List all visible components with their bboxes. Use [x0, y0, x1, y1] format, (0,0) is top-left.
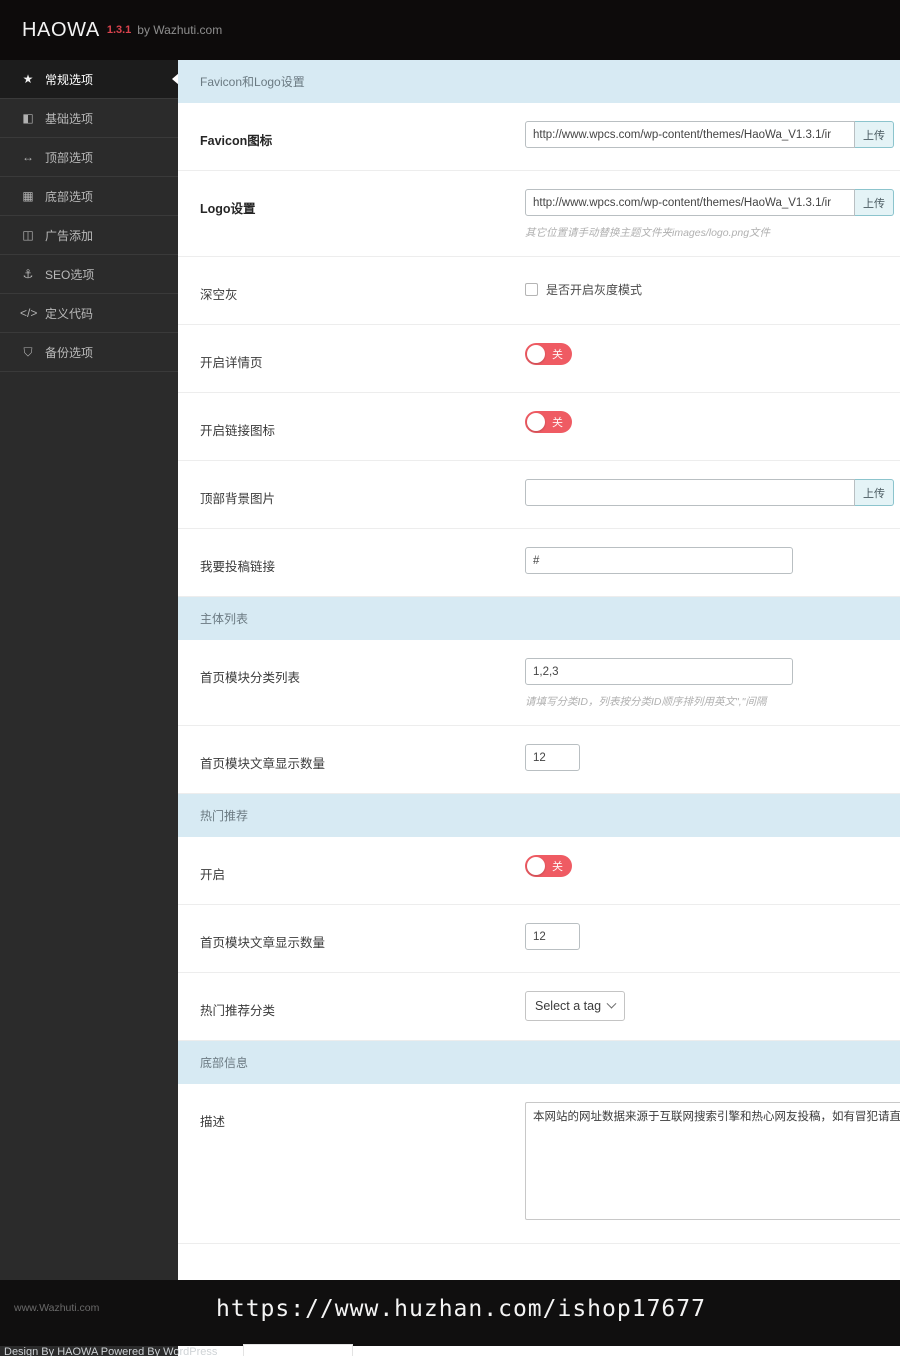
logo-upload-button[interactable]: 上传	[855, 189, 894, 216]
row-post-count-hot: 首页模块文章显示数量	[178, 905, 900, 973]
submit-link-label: 我要投稿链接	[200, 560, 276, 574]
row-description: 描述 本网站的网址数据来源于互联网搜索引擎和热心网友投稿，如有冒犯请直接联	[178, 1084, 900, 1244]
hot-category-select[interactable]: Select a tag	[525, 991, 626, 1021]
toggle-state-label: 关	[552, 861, 563, 873]
description-textarea[interactable]: 本网站的网址数据来源于互联网搜索引擎和热心网友投稿，如有冒犯请直接联	[525, 1102, 900, 1220]
sidebar-item-ads[interactable]: ◫ 广告添加	[0, 216, 178, 255]
logo-label: Logo设置	[200, 202, 256, 216]
section-title: 主体列表	[200, 612, 249, 626]
row-logo: Logo设置 上传 其它位置请手动替换主题文件夹images/logo.png文…	[178, 171, 900, 257]
sidebar-item-label: 定义代码	[45, 306, 94, 321]
row-category-list: 首页模块分类列表 请填写分类ID，列表按分类ID顺序排列用英文","间隔	[178, 640, 900, 726]
detail-page-label: 开启详情页	[200, 356, 263, 370]
toggle-knob	[527, 345, 545, 363]
sidebar-item-footer[interactable]: ▦ 底部选项	[0, 177, 178, 216]
bookmark-icon: ◫	[22, 228, 34, 242]
sidebar-item-label: 广告添加	[45, 228, 94, 243]
row-post-count-main: 首页模块文章显示数量	[178, 726, 900, 794]
watermark-text: https://www.huzhan.com/ishop17677	[216, 1296, 706, 1322]
sidebar-item-label: SEO选项	[45, 267, 95, 282]
sidebar-item-header[interactable]: ↔ 顶部选项	[0, 138, 178, 177]
footer-bar: www.Wazhuti.com https://www.huzhan.com/i…	[0, 1280, 900, 1346]
footer-site-link[interactable]: www.Wazhuti.com	[14, 1302, 99, 1314]
grayscale-label: 深空灰	[200, 288, 238, 302]
section-header-main-list: 主体列表	[178, 597, 900, 640]
toggle-knob	[527, 857, 545, 875]
grayscale-checkbox-label: 是否开启灰度模式	[546, 283, 643, 297]
chevron-down-icon	[606, 998, 617, 1009]
toggle-state-label: 关	[552, 349, 563, 361]
row-grayscale: 深空灰 是否开启灰度模式	[178, 257, 900, 325]
hot-category-label: 热门推荐分类	[200, 1004, 276, 1018]
hot-enable-toggle[interactable]: 关	[525, 855, 572, 877]
arrows-h-icon: ↔	[22, 150, 34, 164]
calendar-icon: ▦	[22, 189, 34, 203]
sidebar-filler	[0, 372, 178, 1356]
hot-category-selected-value: Select a tag	[535, 999, 602, 1013]
row-submit-link: 我要投稿链接	[178, 529, 900, 597]
row-hot-enable: 开启 关	[178, 837, 900, 905]
row-link-icon: 开启链接图标 关	[178, 393, 900, 461]
anchor-icon: ⚓	[22, 267, 34, 281]
shield-icon: ⛉	[23, 345, 33, 359]
brand-name: HAOWA	[22, 18, 100, 41]
link-icon-toggle[interactable]: 关	[525, 411, 572, 433]
toggle-state-label: 关	[552, 417, 563, 429]
top-bar: HAOWA 1.3.1 by Wazhuti.com	[0, 0, 900, 60]
section-title: 底部信息	[200, 1056, 249, 1070]
brand-byline: by Wazhuti.com	[137, 23, 223, 37]
category-list-label: 首页模块分类列表	[200, 671, 301, 685]
hot-enable-label: 开启	[200, 868, 226, 882]
post-count-input[interactable]	[525, 744, 580, 771]
link-icon-label: 开启链接图标	[200, 424, 276, 438]
sidebar-item-label: 备份选项	[45, 345, 94, 360]
sidebar-item-custom-code[interactable]: </> 定义代码	[0, 294, 178, 333]
logo-hint: 其它位置请手动替换主题文件夹images/logo.png文件	[525, 227, 771, 239]
sidebar-item-label: 底部选项	[45, 189, 94, 204]
row-hot-category: 热门推荐分类 Select a tag	[178, 973, 900, 1041]
logo-input[interactable]	[525, 189, 855, 216]
favicon-label: Favicon图标	[200, 134, 273, 148]
favicon-upload-button[interactable]: 上传	[855, 121, 894, 148]
favicon-input[interactable]	[525, 121, 855, 148]
top-background-label: 顶部背景图片	[200, 492, 276, 506]
post-count-label: 首页模块文章显示数量	[200, 757, 326, 771]
detail-page-toggle[interactable]: 关	[525, 343, 572, 365]
toggle-knob	[527, 413, 545, 431]
admin-page: HAOWA 1.3.1 by Wazhuti.com ★ 常规选项 ◧ 基础选项…	[0, 0, 900, 1356]
row-top-background: 顶部背景图片 上传	[178, 461, 900, 529]
post-count-label: 首页模块文章显示数量	[200, 936, 326, 950]
submit-link-input[interactable]	[525, 547, 793, 574]
section-title: Favicon和Logo设置	[200, 75, 305, 89]
cube-icon: ◧	[22, 111, 34, 125]
settings-panel: Favicon和Logo设置 Favicon图标 上传 Logo设置 上传 其它…	[178, 60, 900, 1280]
hot-post-count-input[interactable]	[525, 923, 580, 950]
section-header-hot-recommend: 热门推荐	[178, 794, 900, 837]
sidebar-item-label: 常规选项	[45, 72, 94, 87]
brand-version: 1.3.1	[106, 24, 132, 36]
top-background-upload-button[interactable]: 上传	[855, 479, 894, 506]
sidebar-item-label: 基础选项	[45, 111, 94, 126]
top-background-input[interactable]	[525, 479, 855, 506]
sidebar-item-seo[interactable]: ⚓ SEO选项	[0, 255, 178, 294]
sidebar: ★ 常规选项 ◧ 基础选项 ↔ 顶部选项 ▦ 底部选项 ◫ 广告添加 ⚓ SEO…	[0, 60, 179, 1356]
page-credit: Design By HAOWA Powered By WordPress	[4, 1346, 218, 1356]
section-title: 热门推荐	[200, 809, 249, 823]
sidebar-item-label: 顶部选项	[45, 150, 94, 165]
section-header-favicon-logo: Favicon和Logo设置	[178, 60, 900, 103]
category-list-input[interactable]	[525, 658, 793, 685]
star-icon: ★	[22, 72, 34, 86]
row-favicon: Favicon图标 上传	[178, 103, 900, 171]
sidebar-item-backup[interactable]: ⛉ 备份选项	[0, 333, 178, 372]
code-icon: </>	[20, 306, 38, 320]
grayscale-checkbox[interactable]	[525, 283, 538, 296]
category-list-hint: 请填写分类ID，列表按分类ID顺序排列用英文","间隔	[525, 696, 767, 708]
description-label: 描述	[200, 1115, 226, 1129]
sidebar-item-general[interactable]: ★ 常规选项	[0, 60, 179, 99]
section-header-footer-info: 底部信息	[178, 1041, 900, 1084]
row-detail-page: 开启详情页 关	[178, 325, 900, 393]
sidebar-item-basic[interactable]: ◧ 基础选项	[0, 99, 178, 138]
